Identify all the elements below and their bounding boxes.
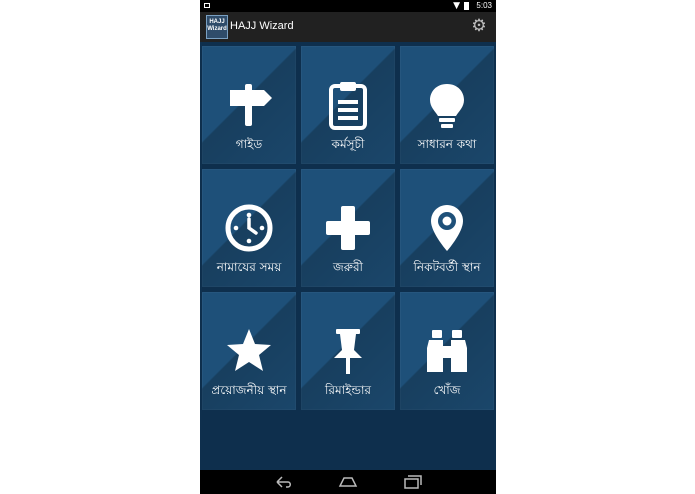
- plus-icon: [326, 206, 370, 250]
- tile-label: সাধারন কথা: [417, 137, 477, 151]
- tile-label: কর্মসূচী: [331, 137, 365, 151]
- battery-icon: [464, 2, 469, 10]
- star-icon: [227, 329, 271, 371]
- tile-label: প্রয়োজনীয় স্থান: [211, 383, 287, 397]
- lightbulb-icon: [430, 84, 464, 128]
- tile-guide[interactable]: গাইড: [202, 46, 296, 164]
- tile-general-info[interactable]: সাধারন কথা: [400, 46, 494, 164]
- status-time: 5:03: [476, 1, 492, 10]
- tile-label: রিমাইন্ডার: [324, 383, 372, 397]
- tile-label: গাইড: [235, 137, 263, 151]
- action-bar: HAJJ Wizard HAJJ Wizard ⚙: [200, 12, 496, 42]
- pushpin-icon: [334, 329, 362, 374]
- tile-label: জরুরী: [333, 260, 363, 274]
- wifi-icon: ▼: [453, 1, 460, 11]
- tile-label: নিকটবর্তী স্থান: [413, 260, 481, 274]
- tile-emergency[interactable]: জরুরী: [301, 169, 395, 287]
- clock-icon: [225, 204, 273, 252]
- gear-icon[interactable]: ⚙: [470, 17, 488, 35]
- tile-label: নামাযের সময়: [216, 260, 282, 274]
- tile-search[interactable]: খোঁজ: [400, 292, 494, 410]
- location-pin-icon: [431, 205, 463, 251]
- recent-apps-icon[interactable]: [402, 474, 422, 490]
- tile-label: খোঁজ: [433, 383, 461, 397]
- app-title: HAJJ Wizard: [230, 20, 294, 32]
- home-icon[interactable]: [338, 474, 358, 490]
- back-icon[interactable]: [274, 474, 294, 490]
- phone-screen: ▼ 5:03 HAJJ Wizard HAJJ Wizard ⚙ গাইড কর…: [200, 0, 496, 494]
- tile-important-places[interactable]: প্রয়োজনীয় স্থান: [202, 292, 296, 410]
- navigation-bar: [200, 470, 496, 494]
- tile-prayer-times[interactable]: নামাযের সময়: [202, 169, 296, 287]
- clipboard-icon: [329, 82, 367, 130]
- tile-reminder[interactable]: রিমাইন্ডার: [301, 292, 395, 410]
- binoculars-icon: [427, 330, 467, 372]
- tile-nearby-places[interactable]: নিকটবর্তী স্থান: [400, 169, 494, 287]
- signpost-icon: [230, 84, 272, 126]
- app-logo[interactable]: HAJJ Wizard: [206, 15, 228, 39]
- tile-program[interactable]: কর্মসূচী: [301, 46, 395, 164]
- notification-icon: [204, 3, 210, 8]
- status-bar: ▼ 5:03: [200, 0, 496, 12]
